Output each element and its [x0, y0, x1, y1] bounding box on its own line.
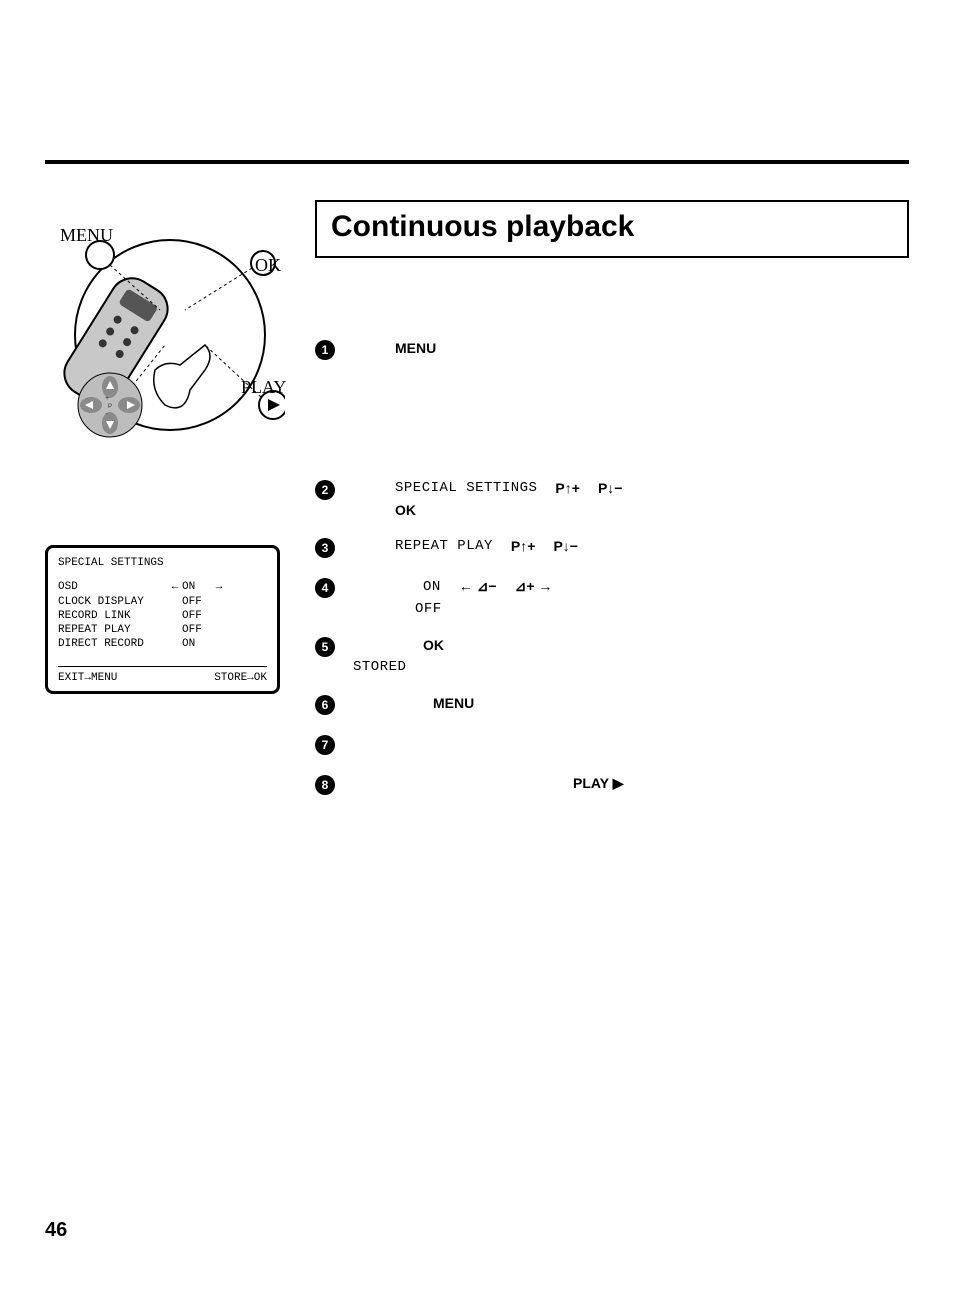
osd-row: CLOCK DISPLAY OFF [58, 595, 267, 609]
remote-diagram: P + - MENU OK PLAY [55, 215, 285, 445]
svg-text:+: + [105, 395, 109, 402]
step-bullet: 2 [315, 480, 335, 500]
step-2-ok: OK [395, 502, 416, 518]
osd-arrow-right [212, 623, 226, 637]
step-list: 1 MENU 2 SPECIAL SETTINGS P↑+ P↓− OK 3 R… [315, 340, 909, 815]
remote-label-menu: MENU [60, 225, 113, 246]
step-bullet: 1 [315, 340, 335, 360]
osd-rows: OSD←ON→CLOCK DISPLAYOFFRECORD LINKOFFREP… [58, 580, 267, 651]
step-8-play: PLAY ▶ [573, 775, 623, 792]
step-5-stored: STORED [353, 659, 406, 675]
osd-value: OFF [182, 609, 212, 623]
osd-screen: SPECIAL SETTINGS OSD←ON→CLOCK DISPLAYOFF… [45, 545, 280, 694]
remote-label-ok: OK [255, 255, 281, 276]
step-2-up: P↑+ [555, 480, 580, 496]
osd-value: ON [182, 637, 212, 651]
step-6: 6 MENU [315, 695, 909, 715]
osd-arrow-right: → [212, 580, 226, 594]
osd-arrow-right [212, 637, 226, 651]
step-bullet: 5 [315, 637, 335, 657]
step-2: 2 SPECIAL SETTINGS P↑+ P↓− OK [315, 480, 909, 518]
section-title-box: Continuous playback [315, 200, 909, 258]
section-title: Continuous playback [331, 210, 893, 244]
osd-row: DIRECT RECORD ON [58, 637, 267, 651]
step-3-up: P↑+ [511, 538, 536, 554]
step-6-menu: MENU [433, 695, 474, 711]
osd-value: OFF [182, 595, 212, 609]
step-8: 8 PLAY ▶ [315, 775, 909, 795]
step-5: 5 OK STORED [315, 637, 909, 675]
step-7: 7 [315, 735, 909, 755]
osd-arrow-left [168, 623, 182, 637]
step-bullet: 4 [315, 578, 335, 598]
step-1: 1 MENU [315, 340, 909, 360]
step-4-on: ON [423, 579, 441, 595]
step-2-down: P↓− [598, 480, 623, 496]
osd-value: OFF [182, 623, 212, 637]
osd-key: DIRECT RECORD [58, 637, 168, 651]
osd-title: SPECIAL SETTINGS [58, 556, 267, 570]
osd-arrow-left [168, 637, 182, 651]
step-3-setting: REPEAT PLAY [395, 538, 493, 554]
step-5-ok: OK [423, 637, 444, 653]
osd-row: OSD←ON→ [58, 580, 267, 594]
step-2-setting: SPECIAL SETTINGS [395, 480, 537, 496]
svg-text:P: P [108, 404, 112, 410]
step-3-down: P↓− [553, 538, 578, 554]
osd-exit: EXIT→MENU [58, 671, 117, 685]
osd-row: REPEAT PLAY OFF [58, 623, 267, 637]
step-bullet: 3 [315, 538, 335, 558]
page-number: 46 [45, 1219, 67, 1242]
step-3: 3 REPEAT PLAY P↑+ P↓− [315, 538, 909, 558]
step-4: 4 ON ← ⊿− ⊿+ → OFF [315, 578, 909, 617]
osd-value: ON [182, 580, 212, 594]
top-rule [45, 160, 909, 164]
osd-store: STORE→OK [214, 671, 267, 685]
remote-svg: P + - [55, 215, 285, 445]
osd-arrow-right [212, 609, 226, 623]
step-1-menu: MENU [395, 340, 436, 356]
osd-arrow-left [168, 609, 182, 623]
step-bullet: 7 [315, 735, 335, 755]
osd-key: CLOCK DISPLAY [58, 595, 168, 609]
osd-arrow-left [168, 595, 182, 609]
osd-arrow-right [212, 595, 226, 609]
step-bullet: 8 [315, 775, 335, 795]
remote-label-play: PLAY [241, 377, 286, 398]
osd-key: REPEAT PLAY [58, 623, 168, 637]
step-4-left: ← ⊿− [459, 578, 497, 595]
step-4-right: ⊿+ → [515, 578, 553, 595]
osd-divider [58, 666, 267, 667]
step-4-off: OFF [415, 601, 442, 617]
osd-arrow-left: ← [168, 580, 182, 594]
osd-key: OSD [58, 580, 168, 594]
osd-row: RECORD LINK OFF [58, 609, 267, 623]
osd-key: RECORD LINK [58, 609, 168, 623]
step-bullet: 6 [315, 695, 335, 715]
